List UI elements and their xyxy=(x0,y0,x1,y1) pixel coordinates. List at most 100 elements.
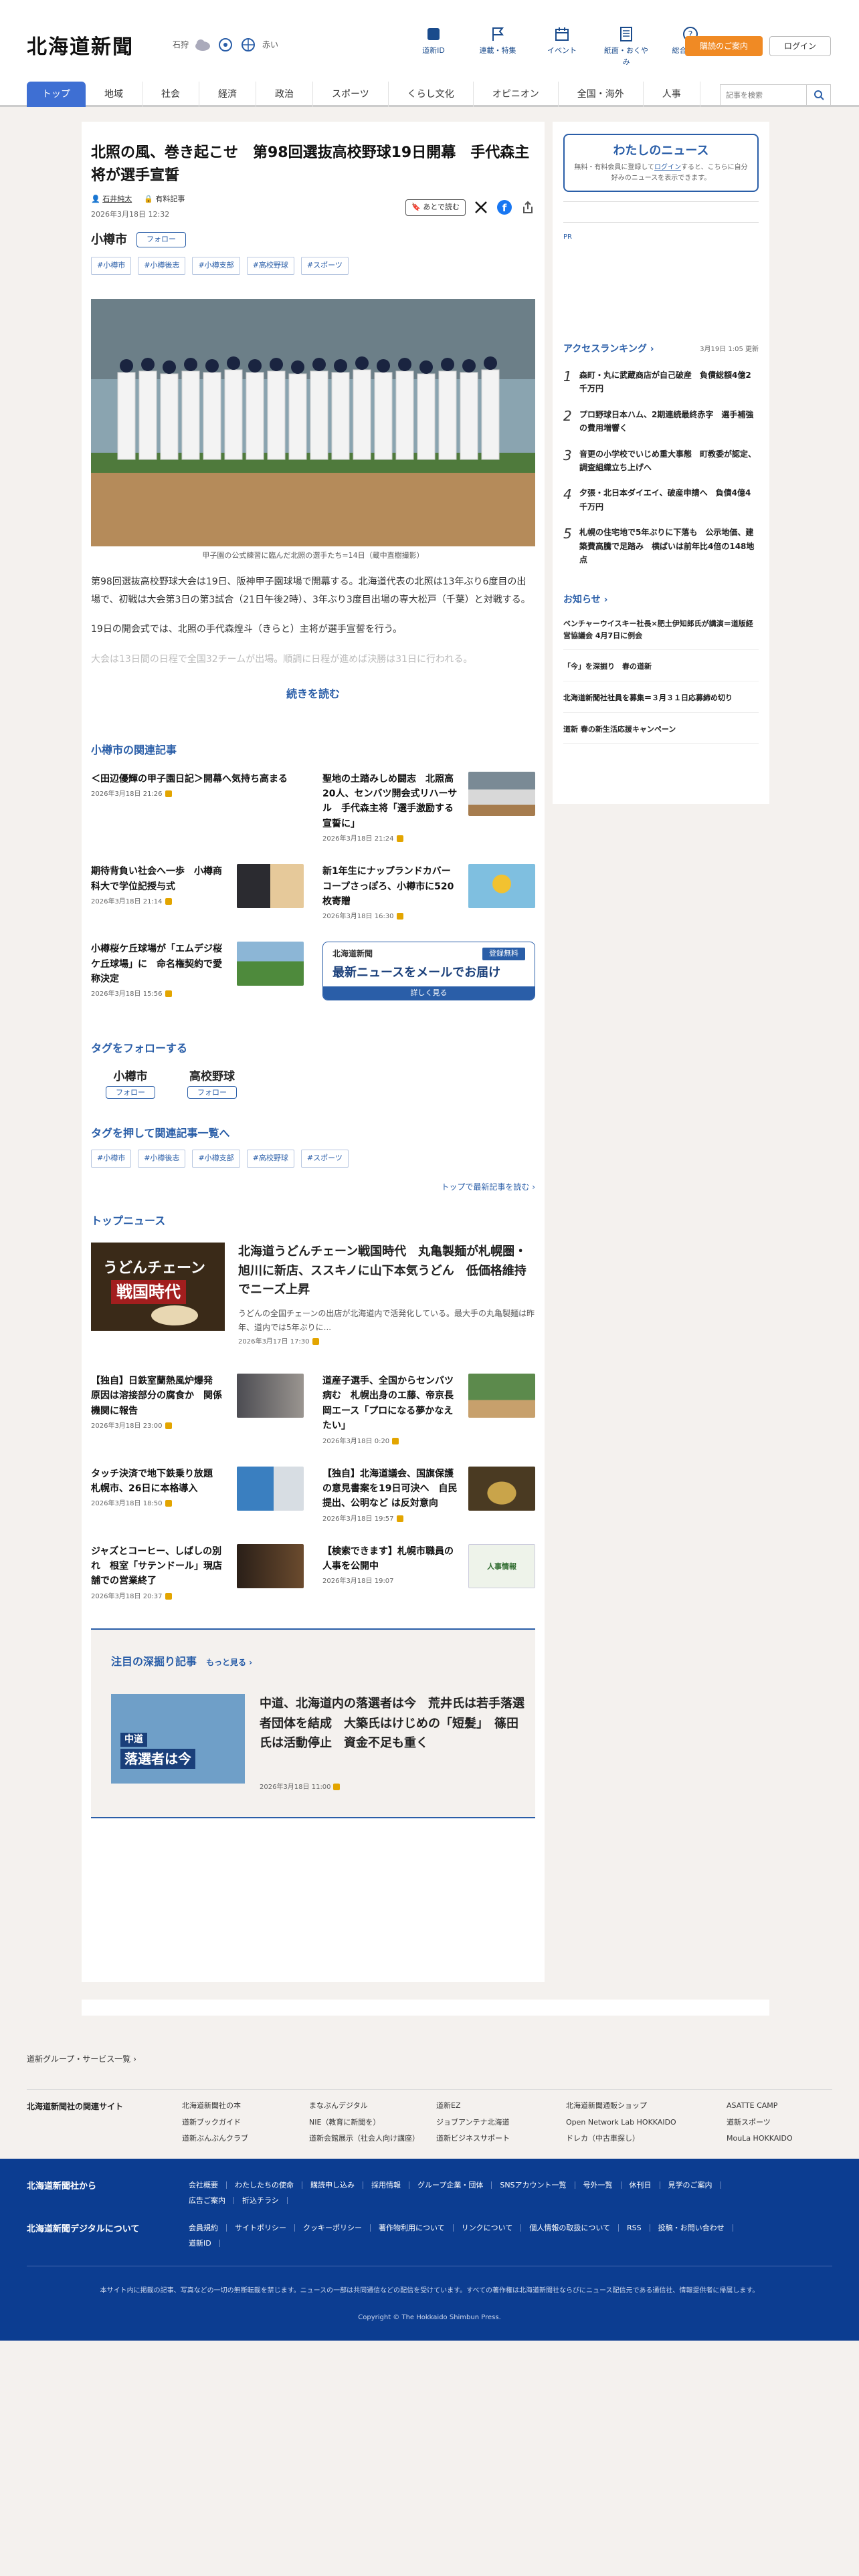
site-link[interactable]: NIE（教育に新聞を） xyxy=(309,2117,436,2129)
notice-item[interactable]: ベンチャーウイスキー社長×肥土伊知郎氏が講演＝道版経営協議会 4月7日に例会 xyxy=(563,618,759,651)
notice-item[interactable]: 道新 春の新生活応援キャンペーン xyxy=(563,724,759,744)
deep-dive-image[interactable]: 中道 落選者は今 xyxy=(111,1693,245,1784)
site-link[interactable]: 北海道新聞社の本 xyxy=(182,2101,309,2112)
top-news-title[interactable]: 道産子選手、全国からセンバツ病む 札幌出身のエ藤、帝京長岡エース「プロになる夢か… xyxy=(322,1374,462,1434)
top-news-title[interactable]: ジャズとコーヒー、しばしの別れ 根室「サテンドール」現店舗での営業終了 xyxy=(91,1544,230,1589)
top-news-item[interactable]: 【独自】日鉄室蘭熱風炉爆発 原因は溶接部分の腐食か 関係機関に報告 2026年3月… xyxy=(91,1373,304,1446)
related-title[interactable]: 新1年生にナップランドカバー コープさっぽろ、小樽市に520枚寄贈 xyxy=(322,864,462,909)
top-news-item[interactable]: 【独自】北海道議会、国旗保護の意見書案を19日可決へ 自民提出、公明など は反対… xyxy=(322,1466,535,1524)
related-thumbnail[interactable] xyxy=(468,771,535,816)
ranking-item[interactable]: 2 プロ野球日本ハム、2期連続最終赤字 選手補強の費用増響く xyxy=(563,408,759,435)
site-link[interactable]: 道新EZ xyxy=(436,2101,566,2112)
site-link[interactable]: 道新スポーツ xyxy=(727,2117,807,2129)
ranking-title[interactable]: プロ野球日本ハム、2期連続最終赤字 選手補強の費用増響く xyxy=(579,408,759,435)
notice-item[interactable]: 北海道新聞社社員を募集＝３月３１日応募締め切り xyxy=(563,692,759,713)
footer-link[interactable]: 見学のご案内 xyxy=(660,2181,721,2189)
login-button[interactable]: ログイン xyxy=(769,36,831,56)
tab-society[interactable]: 社会 xyxy=(142,82,199,107)
top-news-item[interactable]: 道産子選手、全国からセンバツ病む 札幌出身のエ藤、帝京長岡エース「プロになる夢か… xyxy=(322,1373,535,1446)
tag[interactable]: #高校野球 xyxy=(246,257,294,275)
my-news-login-link[interactable]: ログイン xyxy=(654,164,681,171)
top-news-thumbnail[interactable] xyxy=(237,1466,304,1511)
footer-link[interactable]: グループ企業・団体 xyxy=(409,2181,492,2189)
facebook-share-icon[interactable]: f xyxy=(496,199,512,215)
related-item[interactable]: 小樽桜ケ丘球場が「エムデジ桜ケ丘球場」に 命名権契約で愛称決定 2026年3月18… xyxy=(91,942,304,1000)
tab-region[interactable]: 地域 xyxy=(86,82,142,107)
site-link[interactable]: 道新ビジネスサポート xyxy=(436,2133,566,2145)
tab-economy[interactable]: 経済 xyxy=(199,82,256,107)
footer-link[interactable]: 広告ご案内 xyxy=(181,2197,234,2204)
ranking-title[interactable]: 音更の小学校でいじめ重大事態 町教委が認定、調査組織立ち上げへ xyxy=(579,447,759,475)
follow-button[interactable]: フォロー xyxy=(106,1085,155,1099)
footer-link[interactable]: 号外一覧 xyxy=(575,2181,622,2189)
tab-culture[interactable]: くらし文化 xyxy=(389,82,474,107)
tab-politics[interactable]: 政治 xyxy=(256,82,313,107)
footer-link[interactable]: わたしたちの使命 xyxy=(227,2181,302,2189)
tag[interactable]: #高校野球 xyxy=(246,1150,294,1168)
site-link[interactable]: ジョブアンテナ北海道 xyxy=(436,2117,566,2129)
top-news-title[interactable]: タッチ決済で地下鉄乗り放題 札幌市、26日に本格導入 xyxy=(91,1467,230,1497)
footer-link[interactable]: 休刊日 xyxy=(622,2181,660,2189)
top-news-item[interactable]: タッチ決済で地下鉄乗り放題 札幌市、26日に本格導入 2026年3月18日 18:… xyxy=(91,1466,304,1524)
latest-articles-link[interactable]: トップで最新記事を読む › xyxy=(91,1181,535,1193)
follow-button[interactable]: フォロー xyxy=(187,1085,237,1099)
top-news-thumbnail[interactable] xyxy=(237,1373,304,1418)
site-link[interactable]: 道新会館展示（社会人向け講座） xyxy=(309,2133,436,2145)
related-title[interactable]: ＜田辺優輝の甲子園日記＞開幕へ気持ち高まる xyxy=(91,772,288,786)
site-link[interactable]: ASATTE CAMP xyxy=(727,2101,807,2112)
tab-top[interactable]: トップ xyxy=(27,82,86,107)
footer-link[interactable]: クッキーポリシー xyxy=(295,2224,371,2232)
nav-features[interactable]: 連載・特集 xyxy=(472,25,523,68)
top-news-lead[interactable]: うどんチェーン 戦国時代 北海道うどんチェーン戦国時代 丸亀製麺が札幌圏・旭川に… xyxy=(91,1242,535,1347)
nav-doshin-id[interactable]: 道新ID xyxy=(408,25,459,68)
top-news-title[interactable]: 【独自】北海道議会、国旗保護の意見書案を19日可決へ 自民提出、公明など は反対… xyxy=(322,1467,462,1511)
tab-sports[interactable]: スポーツ xyxy=(313,82,389,107)
tag[interactable]: #スポーツ xyxy=(300,257,349,275)
related-thumbnail[interactable] xyxy=(237,942,304,986)
ranking-item[interactable]: 4 夕張・北日本ダイエイ、破産申請へ 負債4億4千万円 xyxy=(563,486,759,514)
footer-link[interactable]: 会員規約 xyxy=(181,2224,227,2232)
related-item[interactable]: 新1年生にナップランドカバー コープさっぽろ、小樽市に520枚寄贈 2026年3月… xyxy=(322,864,535,922)
footer-link[interactable]: RSS xyxy=(619,2224,650,2232)
top-news-item[interactable]: 【検索できます】札幌市職員の人事を公開中 2026年3月18日 19:07 人事情… xyxy=(322,1543,535,1602)
top-news-title[interactable]: 【独自】日鉄室蘭熱風炉爆発 原因は溶接部分の腐食か 関係機関に報告 xyxy=(91,1374,230,1418)
tab-world[interactable]: 全国・海外 xyxy=(559,82,644,107)
author-name[interactable]: 石井純太 xyxy=(102,195,132,203)
footer-link[interactable]: 投稿・お問い合わせ xyxy=(650,2224,733,2232)
top-news-lead-image[interactable]: うどんチェーン 戦国時代 xyxy=(91,1242,225,1331)
related-thumbnail[interactable] xyxy=(237,864,304,909)
top-news-thumbnail[interactable]: 人事情報 xyxy=(468,1543,535,1588)
top-news-title[interactable]: 【検索できます】札幌市職員の人事を公開中 xyxy=(322,1544,462,1574)
notices-heading[interactable]: お知らせ › xyxy=(563,593,759,607)
group-services-link[interactable]: 道新グループ・サービス一覧 › xyxy=(27,2053,136,2065)
footer-link[interactable]: SNSアカウント一覧 xyxy=(492,2181,575,2189)
ranking-title[interactable]: 森町・丸に武蔵商店が自己破産 負債総額4億2千万円 xyxy=(579,368,759,396)
site-link[interactable]: 北海道新聞通販ショップ xyxy=(566,2101,727,2112)
nav-events[interactable]: イベント xyxy=(537,25,587,68)
top-news-lead-title[interactable]: 北海道うどんチェーン戦国時代 丸亀製麺が札幌圏・旭川に新店、ススキノに山下本気う… xyxy=(238,1243,535,1300)
site-logo[interactable]: 北海道新聞 xyxy=(27,32,134,62)
tag[interactable]: #小樽市 xyxy=(91,257,132,275)
ranking-item[interactable]: 3 音更の小学校でいじめ重大事態 町教委が認定、調査組織立ち上げへ xyxy=(563,447,759,475)
author[interactable]: 👤 石井純太 xyxy=(91,194,132,205)
footer-link[interactable]: 会社概要 xyxy=(181,2181,227,2189)
tag[interactable]: #小樽支部 xyxy=(192,257,240,275)
follow-button[interactable]: フォロー xyxy=(136,232,186,247)
x-share-icon[interactable] xyxy=(474,200,488,215)
related-item[interactable]: 期待背負い社会へ一歩 小樽商科大で学位記授与式 2026年3月18日 21:14 xyxy=(91,864,304,922)
footer-link[interactable]: 道新ID xyxy=(181,2240,220,2247)
top-news-thumbnail[interactable] xyxy=(468,1373,535,1418)
related-title[interactable]: 小樽桜ケ丘球場が「エムデジ桜ケ丘球場」に 命名権契約で愛称決定 xyxy=(91,942,230,986)
deep-dive-more-link[interactable]: もっと見る › xyxy=(206,1658,252,1667)
subscribe-button[interactable]: 購読のご案内 xyxy=(685,36,763,56)
related-item[interactable]: ＜田辺優輝の甲子園日記＞開幕へ気持ち高まる 2026年3月18日 21:26 xyxy=(91,772,304,845)
tag[interactable]: #小樽支部 xyxy=(192,1150,240,1168)
search-input[interactable] xyxy=(721,85,806,105)
site-link[interactable]: ドレカ（中古車探し） xyxy=(566,2133,727,2145)
email-promo-banner[interactable]: 北海道新聞 登録無料 最新ニュースをメールでお届け 詳しく見る xyxy=(322,942,535,1001)
footer-link[interactable]: 個人情報の取扱について xyxy=(521,2224,619,2232)
tab-personnel[interactable]: 人事 xyxy=(644,82,700,107)
read-more-link[interactable]: 続きを読む xyxy=(91,686,535,702)
site-link[interactable]: 道新ブックガイド xyxy=(182,2117,309,2129)
promo-cta[interactable]: 詳しく見る xyxy=(323,986,535,1000)
